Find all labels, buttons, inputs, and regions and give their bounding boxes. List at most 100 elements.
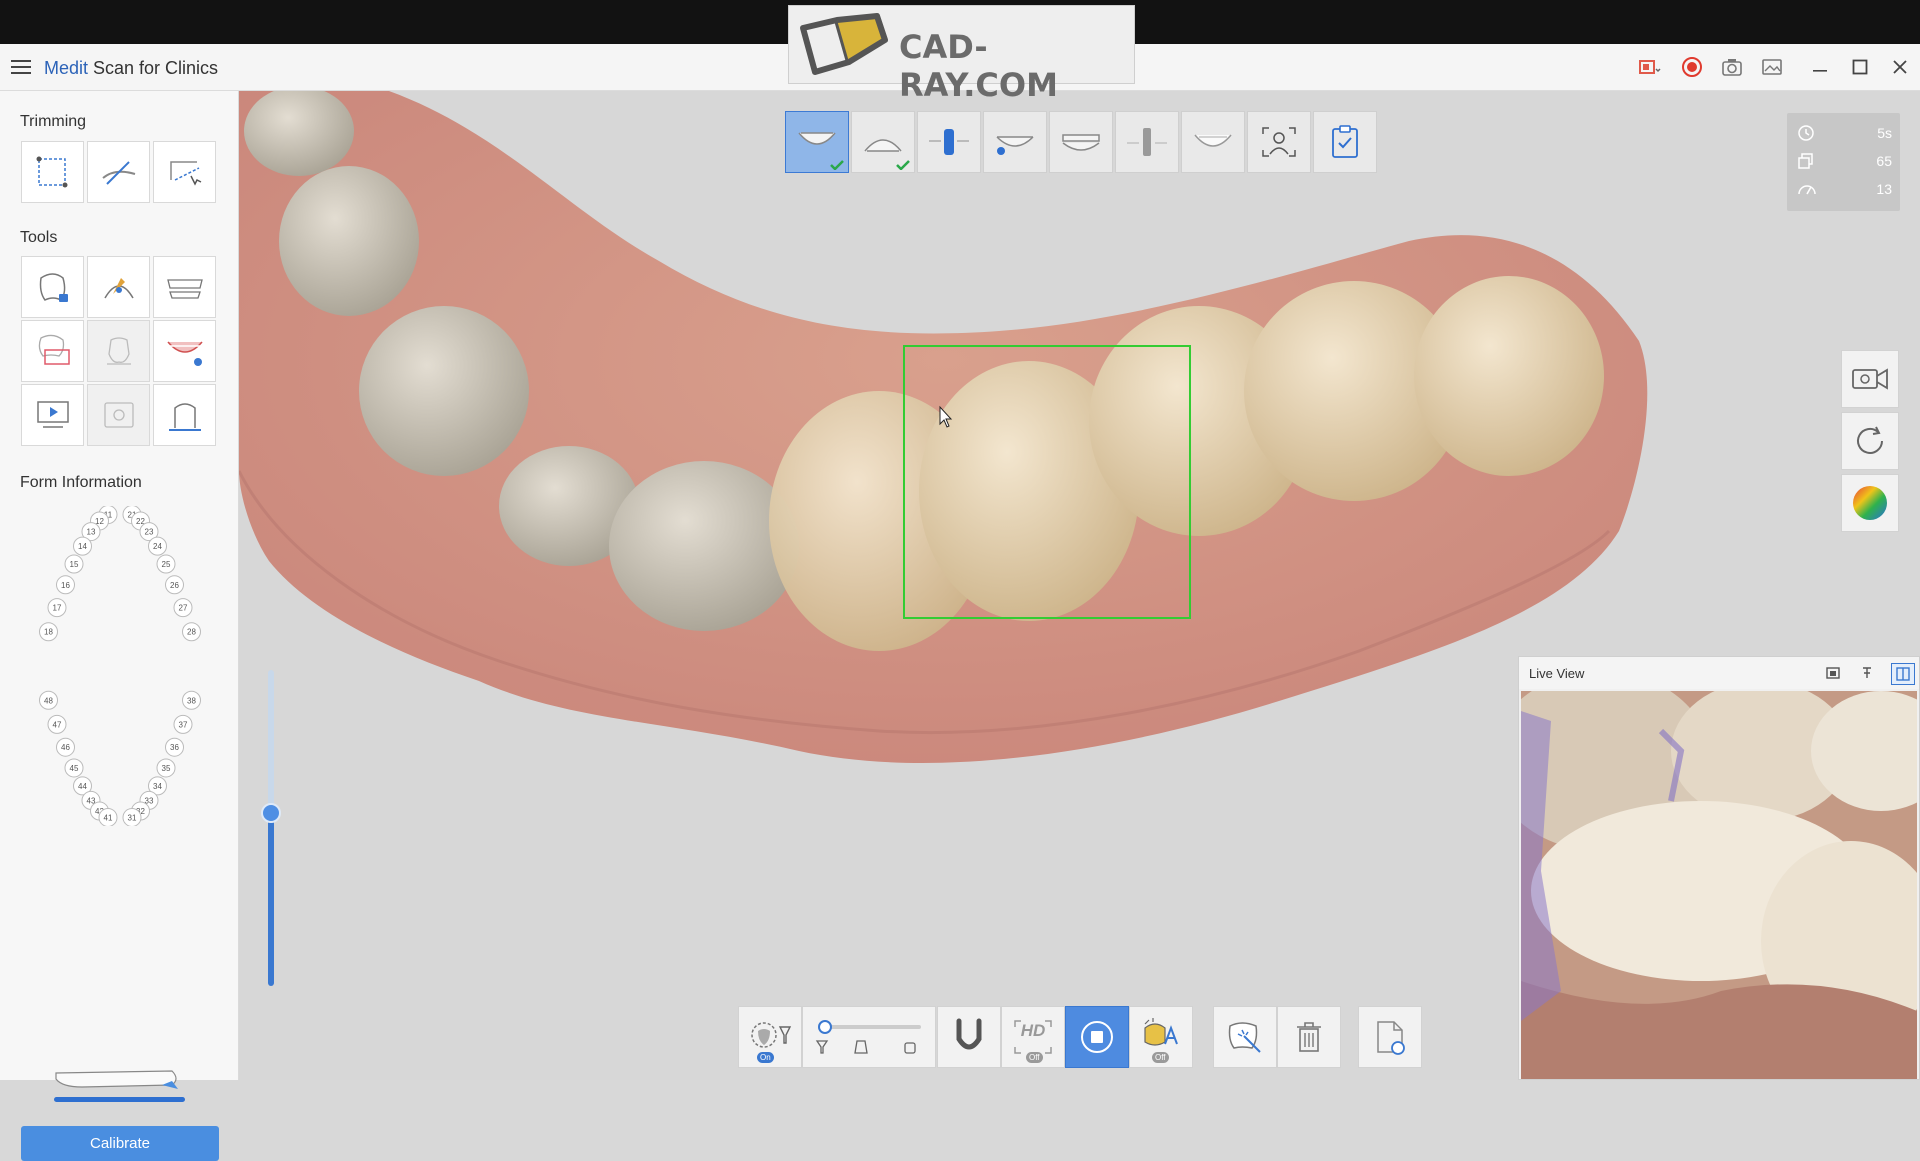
export-file-button[interactable] xyxy=(1358,1006,1422,1068)
tooth-47[interactable]: 47 xyxy=(47,714,67,734)
scanner-status-bar xyxy=(54,1097,185,1102)
tooth-16[interactable]: 16 xyxy=(56,575,75,595)
svg-text:45: 45 xyxy=(70,764,79,773)
implant-icon xyxy=(1127,128,1167,156)
live-view-pin-button[interactable] xyxy=(1856,663,1878,683)
lock-tooth-button[interactable] xyxy=(21,256,84,318)
tooth-35[interactable]: 35 xyxy=(156,758,176,778)
slider-handle[interactable] xyxy=(261,803,281,823)
scan-depth-slider[interactable] xyxy=(261,670,281,986)
full-arch-button[interactable] xyxy=(153,256,216,318)
lower-arch-icon xyxy=(864,139,902,152)
tooth-36[interactable]: 36 xyxy=(165,737,184,757)
file-sync-icon xyxy=(1377,1021,1405,1055)
trim-select-button[interactable] xyxy=(21,141,84,203)
filter-badge: On xyxy=(757,1052,774,1063)
check-icon xyxy=(830,160,844,170)
ai-scan-button[interactable]: Off xyxy=(1129,1006,1193,1068)
reset-view-button[interactable] xyxy=(1841,412,1899,470)
trim-brush-button[interactable] xyxy=(87,141,150,203)
stage-upper-occlusion[interactable] xyxy=(983,111,1047,173)
margin-line-button[interactable] xyxy=(87,256,150,318)
stage-mandible[interactable] xyxy=(851,111,915,173)
tooth-outline-icon xyxy=(106,337,131,365)
tooth-45[interactable]: 45 xyxy=(64,758,84,778)
stat-time-row: 5s xyxy=(1797,122,1892,144)
tooth-15[interactable]: 15 xyxy=(64,554,84,574)
tooth-17[interactable]: 17 xyxy=(47,598,67,618)
video-record-button[interactable] xyxy=(1841,350,1899,408)
measure-button[interactable] xyxy=(153,384,216,446)
filter-toggle-button[interactable]: On xyxy=(738,1006,802,1068)
tooth-24[interactable]: 24 xyxy=(148,536,167,556)
stage-maxilla[interactable] xyxy=(785,111,849,173)
stage-scan-body[interactable] xyxy=(917,111,981,173)
app-title: Medit Scan for Clinics xyxy=(44,58,218,79)
tooth-38[interactable]: 38 xyxy=(182,690,201,710)
svg-text:35: 35 xyxy=(162,764,171,773)
snapshot-icon xyxy=(1826,667,1840,679)
arch-type-button[interactable] xyxy=(937,1006,1001,1068)
tooth-14[interactable]: 14 xyxy=(73,536,92,556)
bottom-toolbar-far-right xyxy=(1358,1006,1422,1070)
trim-lasso-button[interactable] xyxy=(153,141,216,203)
stop-scan-button[interactable] xyxy=(1065,1006,1129,1068)
clipboard-check-icon xyxy=(1332,125,1358,158)
svg-text:26: 26 xyxy=(170,581,179,590)
live-view-panel: Live View xyxy=(1518,656,1920,1080)
capture-button[interactable] xyxy=(87,384,150,446)
hd-mode-button[interactable]: HD Off xyxy=(1001,1006,1065,1068)
tooth-46[interactable]: 46 xyxy=(56,737,75,757)
tooth-37[interactable]: 37 xyxy=(173,714,193,734)
tooth-31[interactable]: 31 xyxy=(122,807,142,826)
live-view-layout-button[interactable] xyxy=(1891,663,1915,685)
tooth-26[interactable]: 26 xyxy=(165,575,184,595)
smart-select-button[interactable] xyxy=(1213,1006,1277,1068)
pre-op-button[interactable] xyxy=(21,320,84,382)
minimize-icon xyxy=(1813,70,1827,72)
tools-title: Tools xyxy=(20,229,58,246)
filter-level-control[interactable] xyxy=(802,1006,936,1068)
tooth-48[interactable]: 48 xyxy=(39,690,58,710)
stage-review[interactable] xyxy=(1313,111,1377,173)
scan-body-icon xyxy=(929,129,969,155)
pre-op-icon xyxy=(38,334,70,365)
occlusion-icon xyxy=(1062,134,1100,151)
stage-denture[interactable] xyxy=(1181,111,1245,173)
bottom-toolbar-left: On xyxy=(738,1006,936,1070)
smart-tool-button[interactable] xyxy=(87,320,150,382)
svg-text:14: 14 xyxy=(78,542,87,551)
tooth-28[interactable]: 28 xyxy=(182,622,201,642)
svg-text:25: 25 xyxy=(162,560,171,569)
gallery-button[interactable] xyxy=(1758,54,1786,80)
maximize-button[interactable] xyxy=(1846,54,1874,80)
gingiva-button[interactable] xyxy=(153,320,216,382)
tooth-chart[interactable]: 11 2112 2213 2314 2415 2516 2617 2718 2848 3847 37… xyxy=(22,506,218,826)
close-button[interactable] xyxy=(1886,54,1914,80)
tooth-25[interactable]: 25 xyxy=(156,554,176,574)
svg-text:27: 27 xyxy=(179,604,188,613)
ai-badge: Off xyxy=(1152,1052,1169,1063)
stage-face-scan[interactable] xyxy=(1247,111,1311,173)
scanner-probe-icon xyxy=(55,1070,178,1089)
replay-button[interactable] xyxy=(21,384,84,446)
stage-implant[interactable] xyxy=(1115,111,1179,173)
tooth-27[interactable]: 27 xyxy=(173,598,193,618)
screenshot-button[interactable] xyxy=(1718,54,1746,80)
color-mode-button[interactable] xyxy=(1841,474,1899,532)
stage-occlusion[interactable] xyxy=(1049,111,1113,173)
tooth-18[interactable]: 18 xyxy=(39,622,58,642)
minimize-button[interactable] xyxy=(1806,54,1834,80)
watermark-text: CAD-RAY.COM xyxy=(899,28,1058,104)
layout-dropdown-button[interactable] xyxy=(1636,54,1664,80)
watermark-logo: CAD-RAY.COM xyxy=(788,5,1135,104)
tooth-41[interactable]: 41 xyxy=(98,807,118,826)
stat-frames-value: 65 xyxy=(1876,153,1892,169)
live-view-snapshot-button[interactable] xyxy=(1822,663,1844,683)
stop-icon xyxy=(1081,1021,1113,1053)
check-icon xyxy=(896,160,910,170)
calibrate-button[interactable]: Calibrate xyxy=(21,1126,219,1161)
hamburger-menu-icon[interactable] xyxy=(10,57,32,77)
record-button[interactable] xyxy=(1678,54,1706,80)
delete-button[interactable] xyxy=(1277,1006,1341,1068)
